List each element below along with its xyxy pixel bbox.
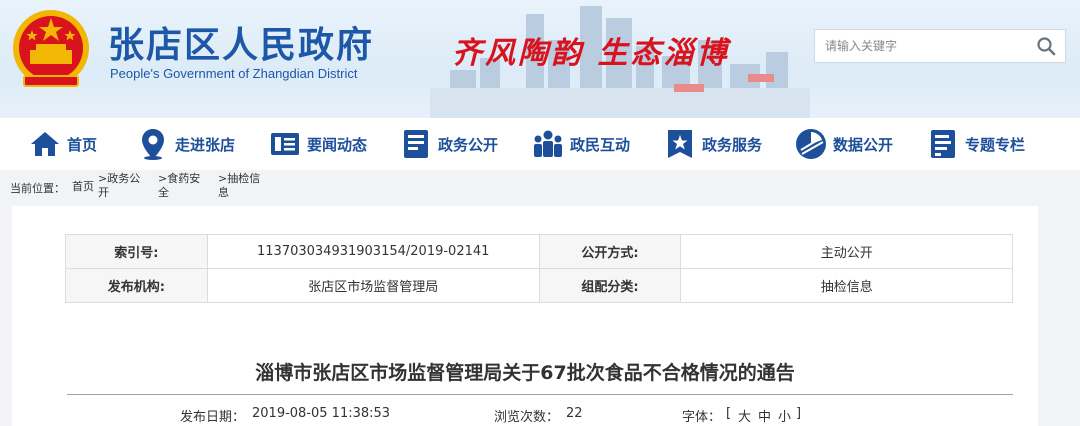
nav-item-gov-services[interactable]: 政务服务 <box>663 118 794 170</box>
home-icon <box>28 127 62 161</box>
table-row: 索引号: 113703034931903154/2019-02141 公开方式:… <box>65 234 1013 269</box>
font-size-large-button[interactable]: 大 <box>738 406 751 425</box>
document-meta-table: 索引号: 113703034931903154/2019-02141 公开方式:… <box>65 234 1013 303</box>
site-title: 张店区人民政府 <box>108 25 375 66</box>
nav-item-about[interactable]: 走进张店 <box>136 118 268 170</box>
topic-icon <box>926 127 960 161</box>
nav-item-gov-affairs[interactable]: 政务公开 <box>399 118 531 170</box>
nav-label: 要闻动态 <box>307 135 368 154</box>
font-bracket-open: [ <box>726 406 732 421</box>
breadcrumb-item-food-safety[interactable]: >食药安全 <box>158 172 210 200</box>
search-button[interactable] <box>1027 30 1065 62</box>
content-card: 索引号: 113703034931903154/2019-02141 公开方式:… <box>12 206 1038 426</box>
breadcrumb-prefix: 当前位置： <box>10 182 65 195</box>
category-label: 组配分类: <box>538 268 682 303</box>
nav-label: 政民互动 <box>570 135 631 154</box>
star-icon <box>663 127 697 161</box>
nav-item-home[interactable]: 首页 <box>28 118 136 170</box>
disclosure-method-value: 主动公开 <box>680 234 1013 269</box>
publisher-label: 发布机构: <box>65 268 208 303</box>
news-icon <box>268 127 302 161</box>
publish-date-value: 2019-08-05 11:38:53 <box>252 406 391 421</box>
site-header: 张店区人民政府 People's Government of Zhangdian… <box>0 0 1080 118</box>
index-number-label: 索引号: <box>65 234 208 269</box>
article-title: 淄博市张店区市场监督管理局关于67批次食品不合格情况的通告 <box>255 362 795 384</box>
index-number-value: 113703034931903154/2019-02141 <box>206 234 540 269</box>
site-subtitle: People's Government of Zhangdian Distric… <box>110 66 358 81</box>
table-row: 发布机构: 张店区市场监督管理局 组配分类: 抽检信息 <box>65 268 1013 303</box>
disclosure-method-label: 公开方式: <box>538 234 682 269</box>
nav-label: 政务服务 <box>702 135 763 154</box>
nav-item-open-data[interactable]: 数据公开 <box>794 118 926 170</box>
publisher-value: 张店区市场监督管理局 <box>206 268 540 303</box>
publish-date-label: 发布日期： <box>180 410 246 425</box>
nav-label: 走进张店 <box>175 135 236 154</box>
nav-label: 专题专栏 <box>965 135 1026 154</box>
font-size-medium-button[interactable]: 中 <box>758 406 771 425</box>
font-size-label: 字体： <box>682 410 722 425</box>
document-icon <box>399 127 433 161</box>
view-count-label: 浏览次数： <box>494 410 560 425</box>
breadcrumb-item-gov-affairs[interactable]: >政务公开 <box>98 172 150 200</box>
nav-label: 首页 <box>67 135 98 154</box>
search-input[interactable] <box>815 30 1027 62</box>
location-pin-icon <box>136 127 170 161</box>
nav-item-interaction[interactable]: 政民互动 <box>531 118 663 170</box>
people-icon <box>531 127 565 161</box>
nav-item-news[interactable]: 要闻动态 <box>268 118 399 170</box>
slogan-text: 齐风陶韵 生态淄博 <box>452 36 730 71</box>
national-emblem-icon <box>13 10 89 87</box>
nav-label: 数据公开 <box>833 135 894 154</box>
view-count-value: 22 <box>566 406 583 421</box>
nav-label: 政务公开 <box>438 135 499 154</box>
pie-chart-icon <box>794 127 828 161</box>
search-box <box>814 29 1066 63</box>
breadcrumb-item-inspection[interactable]: >抽检信息 <box>218 172 270 200</box>
category-value: 抽检信息 <box>680 268 1013 303</box>
main-nav: 首页 走进张店 要闻动态 政务公开 政民互动 政务服务 数据公开 专题专栏 <box>0 118 1080 170</box>
nav-item-special-topics[interactable]: 专题专栏 <box>926 118 1046 170</box>
font-bracket-close: ] <box>796 406 802 421</box>
search-icon <box>1037 37 1056 56</box>
font-size-small-button[interactable]: 小 <box>778 406 791 425</box>
title-divider <box>67 394 1013 395</box>
